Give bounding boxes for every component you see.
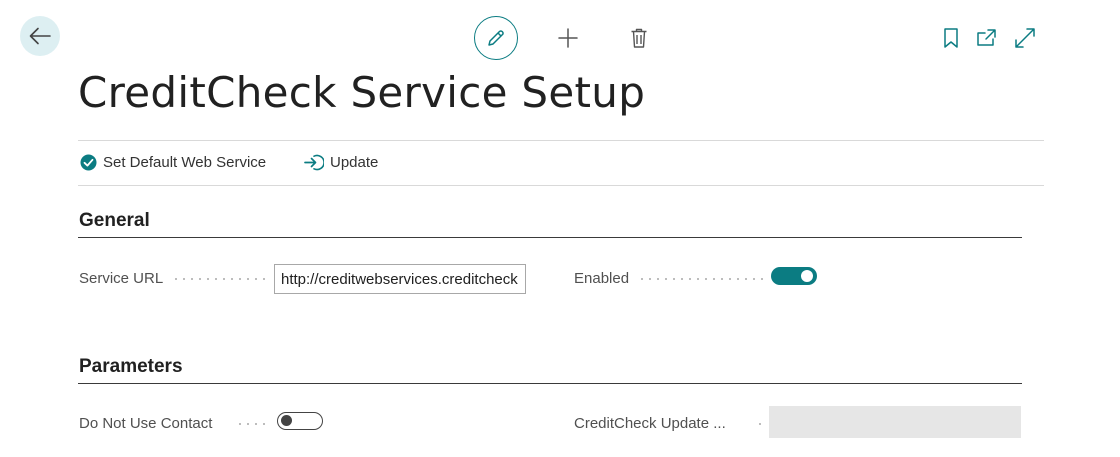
update-label: Update bbox=[330, 154, 379, 171]
arrow-into-icon bbox=[304, 154, 324, 171]
do-not-use-contact-toggle[interactable] bbox=[277, 412, 323, 430]
update-action[interactable]: Update bbox=[304, 154, 378, 171]
page-title: CreditCheck Service Setup bbox=[78, 68, 646, 117]
leader-dots bbox=[236, 423, 270, 425]
set-default-web-service-label: Set Default Web Service bbox=[103, 154, 267, 171]
toggle-knob bbox=[281, 415, 292, 426]
pencil-icon bbox=[488, 30, 504, 46]
toggle-knob bbox=[801, 270, 813, 282]
check-circle-icon bbox=[80, 154, 97, 171]
bookmark-button[interactable] bbox=[937, 24, 965, 52]
section-title-general[interactable]: General bbox=[79, 210, 150, 232]
delete-button[interactable] bbox=[625, 24, 653, 52]
leader-dots bbox=[172, 278, 268, 280]
edit-button[interactable] bbox=[474, 16, 518, 60]
creditcheck-update-field bbox=[769, 406, 1021, 438]
section-divider-general bbox=[78, 237, 1022, 238]
section-divider-parameters bbox=[78, 383, 1022, 384]
divider-top bbox=[78, 140, 1044, 141]
new-button[interactable] bbox=[554, 24, 582, 52]
service-url-input[interactable]: http://creditwebservices.creditcheck bbox=[274, 264, 526, 294]
expand-icon bbox=[1015, 28, 1035, 48]
service-url-label: Service URL bbox=[79, 270, 164, 287]
divider-actions bbox=[78, 185, 1044, 186]
arrow-left-icon bbox=[29, 27, 51, 45]
enabled-toggle[interactable] bbox=[771, 267, 817, 285]
leader-dots bbox=[638, 278, 764, 280]
plus-icon bbox=[558, 28, 578, 48]
leader-dots bbox=[756, 423, 764, 425]
expand-button[interactable] bbox=[1011, 24, 1039, 52]
trash-icon bbox=[631, 28, 647, 48]
bookmark-icon bbox=[944, 28, 958, 48]
section-title-parameters[interactable]: Parameters bbox=[79, 356, 183, 378]
enabled-label: Enabled bbox=[574, 270, 630, 287]
do-not-use-contact-label: Do Not Use Contact bbox=[79, 415, 213, 432]
back-button[interactable] bbox=[20, 16, 60, 56]
set-default-web-service-action[interactable]: Set Default Web Service bbox=[80, 154, 266, 171]
open-new-window-button[interactable] bbox=[973, 24, 1001, 52]
pop-out-icon bbox=[977, 29, 996, 46]
creditcheck-update-label: CreditCheck Update ... bbox=[574, 415, 726, 432]
